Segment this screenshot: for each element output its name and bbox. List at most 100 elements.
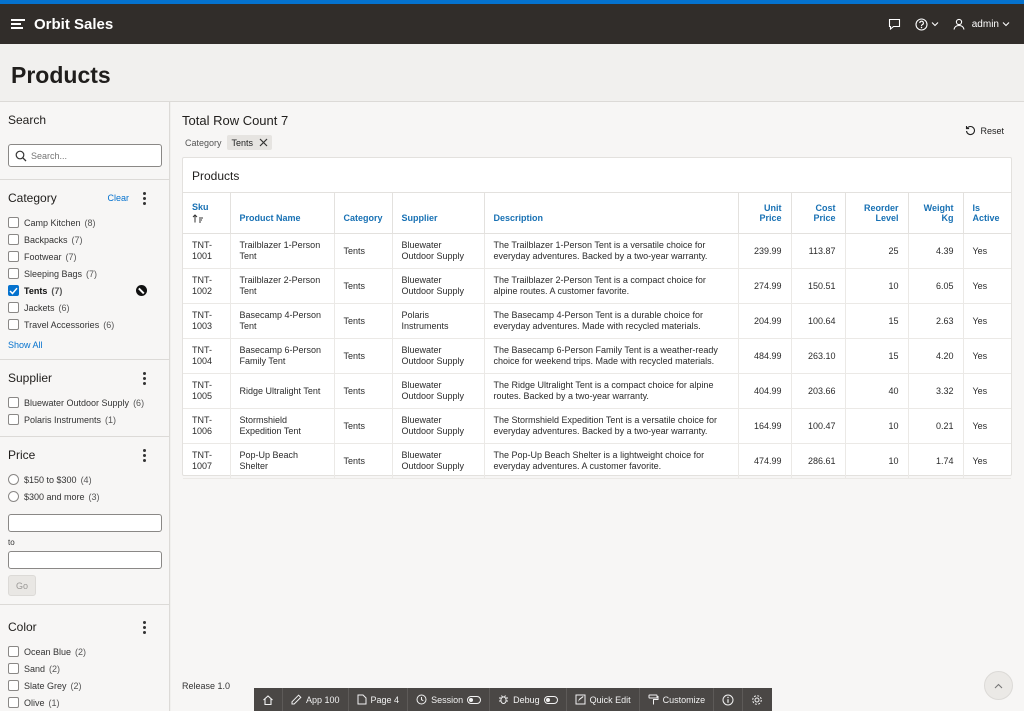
- category-option[interactable]: Sleeping Bags (7): [8, 265, 161, 282]
- color-option[interactable]: Sand (2): [8, 660, 161, 677]
- column-header[interactable]: Category: [334, 192, 393, 234]
- column-header[interactable]: Is Active: [963, 192, 1011, 234]
- price-max-input[interactable]: [8, 551, 162, 569]
- table-row: TNT- 1004 Basecamp 6-Person Family Tent Te…: [183, 338, 1011, 374]
- price-option[interactable]: $150 to $300 (4): [8, 471, 161, 488]
- column-header-label: Category: [343, 213, 383, 223]
- checkbox[interactable]: [8, 217, 19, 228]
- paint-roller-icon: [648, 694, 659, 705]
- color-option[interactable]: Ocean Blue (2): [8, 643, 161, 660]
- help-menu-button[interactable]: [915, 17, 939, 31]
- dev-app-button[interactable]: App 100: [283, 688, 349, 711]
- price-options: $150 to $300 (4) $300 and more (3): [8, 471, 161, 505]
- price-go-button[interactable]: Go: [8, 575, 36, 596]
- remove-filter-close-icon[interactable]: [259, 138, 268, 147]
- column-header-label: Weight Kg: [923, 203, 954, 223]
- column-header[interactable]: Unit Price: [738, 192, 792, 234]
- checkbox[interactable]: [8, 251, 19, 262]
- dev-customize-button[interactable]: Customize: [640, 688, 715, 711]
- checkbox[interactable]: [8, 397, 19, 408]
- table-cell: 3.32: [908, 373, 964, 409]
- table-cell: 15: [845, 338, 909, 374]
- reset-button[interactable]: Reset: [965, 125, 1004, 136]
- column-header[interactable]: Supplier: [392, 192, 485, 234]
- table-cell: Bluewater Outdoor Supply: [392, 443, 485, 479]
- remove-selection-icon[interactable]: [136, 285, 147, 296]
- toggle-icon: [543, 695, 558, 704]
- app-title[interactable]: Orbit Sales: [34, 16, 113, 33]
- table-cell: Tents: [334, 233, 393, 269]
- category-option-count: (7): [86, 268, 98, 279]
- search-input[interactable]: [31, 150, 156, 161]
- table-cell: TNT- 1007: [183, 443, 231, 479]
- table-cell: Basecamp 6-Person Family Tent: [230, 338, 335, 374]
- info-icon: [722, 694, 734, 705]
- scroll-to-top-button[interactable]: [984, 671, 1013, 700]
- category-option-count: (8): [84, 217, 96, 228]
- category-option[interactable]: Backpacks (7): [8, 231, 161, 248]
- checkbox[interactable]: [8, 319, 19, 330]
- price-option[interactable]: $300 and more (3): [8, 488, 161, 505]
- show-all-link[interactable]: Show All: [8, 340, 43, 350]
- column-header[interactable]: Product Name: [230, 192, 335, 234]
- dev-info-button[interactable]: [714, 688, 744, 711]
- supplier-option[interactable]: Bluewater Outdoor Supply (6): [8, 394, 161, 411]
- category-option[interactable]: Footwear (7): [8, 248, 161, 265]
- products-report-region: Products Sku Product Name Category Supplier…: [182, 157, 1012, 479]
- dev-session-label: Session: [431, 694, 464, 705]
- price-min-input[interactable]: [8, 514, 162, 532]
- dev-debug-button[interactable]: Debug: [490, 688, 567, 711]
- radio-button[interactable]: [8, 491, 19, 502]
- table-cell: The Basecamp 4-Person Tent is a durable …: [484, 303, 739, 339]
- search-field[interactable]: [8, 144, 162, 167]
- dev-session-button[interactable]: Session: [408, 688, 491, 711]
- category-clear-link[interactable]: Clear: [107, 193, 129, 203]
- search-icon: [15, 150, 27, 161]
- checkbox[interactable]: [8, 302, 19, 313]
- supplier-option[interactable]: Polaris Instruments (1): [8, 411, 161, 428]
- column-header-label: Reorder Level: [863, 203, 899, 223]
- checkbox[interactable]: [8, 268, 19, 279]
- dev-home-button[interactable]: [254, 688, 283, 711]
- radio-button[interactable]: [8, 474, 19, 485]
- sort-ascending-icon[interactable]: [192, 214, 221, 225]
- category-option[interactable]: Tents (7): [8, 282, 161, 299]
- column-header[interactable]: Description: [484, 192, 739, 234]
- checkbox[interactable]: [8, 646, 19, 657]
- dev-quick-edit-button[interactable]: Quick Edit: [567, 688, 640, 711]
- table-cell: TNT- 1003: [183, 303, 231, 339]
- checkbox[interactable]: [8, 697, 19, 708]
- table-cell: 25: [845, 233, 909, 269]
- dev-page-button[interactable]: Page 4: [349, 688, 409, 711]
- table-row: TNT- 1002 Trailblazer 2-Person Tent Tents B…: [183, 268, 1011, 304]
- category-option[interactable]: Camp Kitchen (8): [8, 214, 161, 231]
- column-header[interactable]: Weight Kg: [908, 192, 964, 234]
- column-header[interactable]: Sku: [183, 192, 231, 234]
- checkbox[interactable]: [8, 663, 19, 674]
- table-cell: Yes: [963, 268, 1011, 304]
- color-actions-menu-icon[interactable]: [143, 620, 147, 634]
- category-option-count: (6): [58, 302, 70, 313]
- column-header[interactable]: Cost Price: [791, 192, 846, 234]
- checkbox[interactable]: [8, 680, 19, 691]
- hamburger-menu-icon[interactable]: [11, 19, 25, 29]
- category-option[interactable]: Jackets (6): [8, 299, 161, 316]
- price-actions-menu-icon[interactable]: [143, 448, 147, 462]
- category-actions-menu-icon[interactable]: [143, 191, 147, 205]
- column-header[interactable]: Reorder Level: [845, 192, 909, 234]
- feedback-button[interactable]: [888, 18, 901, 30]
- supplier-actions-menu-icon[interactable]: [143, 371, 147, 385]
- checkbox[interactable]: [8, 285, 19, 296]
- dev-settings-button[interactable]: [743, 688, 771, 711]
- reset-label: Reset: [980, 125, 1004, 136]
- color-option[interactable]: Olive (1): [8, 694, 161, 711]
- checkbox[interactable]: [8, 414, 19, 425]
- category-option-label: Backpacks: [24, 234, 68, 245]
- category-option-label: Travel Accessories: [24, 319, 100, 330]
- color-facet-title: Color: [8, 620, 37, 634]
- user-menu-button[interactable]: admin: [953, 18, 1010, 30]
- checkbox[interactable]: [8, 234, 19, 245]
- category-option[interactable]: Travel Accessories (6): [8, 316, 161, 333]
- color-option[interactable]: Slate Grey (2): [8, 677, 161, 694]
- search-facet: Search: [0, 102, 169, 180]
